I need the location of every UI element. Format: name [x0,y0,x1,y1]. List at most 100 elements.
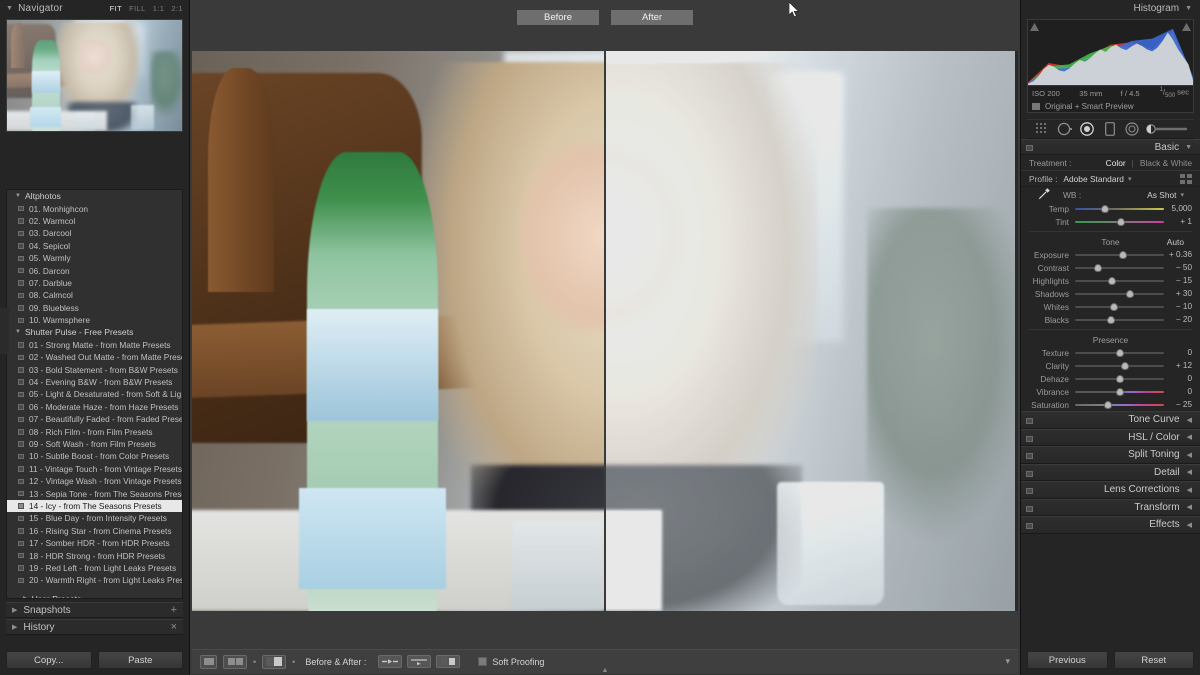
profile-value[interactable]: Adobe Standard [1063,174,1124,184]
slider-value[interactable]: − 20 [1164,315,1192,324]
slider-value[interactable]: 5,000 [1164,204,1193,213]
after-image[interactable] [605,51,1018,611]
chevron-down-icon[interactable]: ▾ [1128,175,1132,183]
slider-knob[interactable] [1115,374,1124,383]
slider-value[interactable]: + 0.36 [1164,250,1192,259]
panel-switch[interactable] [1026,453,1033,459]
slider-value[interactable]: 0 [1164,374,1192,383]
chevron-left-icon[interactable]: ◀ [1187,451,1192,459]
ba-split-button[interactable] [436,655,461,668]
ba-top-bottom-button[interactable] [407,655,432,668]
slider-track-saturation[interactable] [1075,398,1164,411]
slider-row-temp[interactable]: Temp 5,000 [1029,202,1192,215]
panel-header-tone-curve[interactable]: Tone Curve ◀ [1021,411,1200,429]
bottom-panel-toggle[interactable]: ▲ [596,667,614,674]
preset-item[interactable]: 09 - Soft Wash - from Film Presets [7,438,182,450]
preset-item[interactable]: 01 - Strong Matte - from Matte Presets [7,339,182,351]
navigator-header[interactable]: ▼ Navigator FIT FILL 1:1 2:1 [0,0,189,17]
soft-proofing-group[interactable]: Soft Proofing [478,657,544,667]
chevron-down-icon[interactable]: ▼ [15,193,21,199]
basic-panel-header[interactable]: Basic ▼ [1021,139,1200,155]
profile-row[interactable]: Profile : Adobe Standard ▾ [1021,170,1200,187]
preset-item[interactable]: 06. Darcon [7,264,182,276]
slider-track-exposure[interactable] [1075,248,1164,261]
slider-knob[interactable] [1117,217,1126,226]
preset-item[interactable]: 02. Warmcol [7,215,182,227]
preset-item[interactable]: 09. Bluebless [7,302,182,314]
before-image[interactable] [192,51,605,611]
panel-switch[interactable] [1026,488,1033,494]
copy-button[interactable]: Copy... [6,651,92,669]
slider-track-clarity[interactable] [1075,359,1164,372]
radial-filter-icon[interactable] [1123,121,1141,137]
chevron-left-icon[interactable]: ◀ [1187,486,1192,494]
preset-item[interactable]: 11 - Vintage Touch - from Vintage Preset… [7,463,182,475]
preset-item[interactable]: 01. Monhighcon [7,202,182,214]
soft-proofing-checkbox[interactable] [478,657,488,666]
preset-item[interactable]: 07 - Beautifully Faded - from Faded Pres… [7,413,182,425]
slider-value[interactable]: + 12 [1164,361,1192,370]
slider-row-vibrance[interactable]: Vibrance 0 [1029,385,1192,398]
panel-switch[interactable] [1026,505,1033,512]
slider-value[interactable]: − 10 [1164,302,1192,311]
panel-switch[interactable] [1026,435,1033,442]
panel-header-effects[interactable]: Effects ◀ [1021,516,1200,534]
navigator-collapse-icon[interactable]: ▼ [6,5,13,12]
preset-item[interactable]: 08 - Rich Film - from Film Presets [7,425,182,437]
slider-row-highlights[interactable]: Highlights − 15 [1029,274,1192,287]
preset-item[interactable]: 20 - Warmth Right - from Light Leaks Pre… [7,574,182,586]
slider-knob[interactable] [1115,348,1124,357]
preset-item[interactable]: 03 - Bold Statement - from B&W Presets [7,363,182,375]
panel-switch[interactable] [1026,418,1033,424]
treatment-color-option[interactable]: Color [1106,158,1126,168]
panel-switch[interactable] [1026,470,1033,477]
slider-track-whites[interactable] [1075,300,1164,313]
slider-value[interactable]: 0 [1164,387,1192,396]
panel-header-lens-corrections[interactable]: Lens Corrections ◀ [1021,481,1200,499]
auto-tone-button[interactable]: Auto [1167,237,1184,247]
preset-item[interactable]: 10. Warmsphere [7,314,182,326]
preset-item[interactable]: 06 - Moderate Haze - from Haze Presets [7,401,182,413]
slider-track-contrast[interactable] [1075,261,1164,274]
preset-item[interactable]: 18 - HDR Strong - from HDR Presets [7,549,182,561]
before-after-view-button[interactable] [262,654,287,669]
nav-mode-fill[interactable]: FILL [129,4,146,13]
compare-view-button[interactable] [223,654,247,669]
chevron-left-icon[interactable]: ◀ [1187,433,1192,441]
slider-row-contrast[interactable]: Contrast − 50 [1029,261,1192,274]
spot-removal-icon[interactable] [1056,121,1074,137]
preset-item[interactable]: 13 - Sepia Tone - from The Seasons Prese… [7,487,182,499]
nav-mode-1-1[interactable]: 1:1 [153,4,165,13]
paste-button[interactable]: Paste [97,651,183,669]
slider-track-blacks[interactable] [1075,313,1164,326]
slider-row-saturation[interactable]: Saturation − 25 [1029,398,1192,411]
nav-mode-fit[interactable]: FIT [110,4,122,13]
preset-group-header[interactable]: ▶User Presets [7,593,182,598]
nav-mode-2-1[interactable]: 2:1 [171,4,183,13]
add-snapshot-button[interactable]: + [171,604,177,616]
preset-item[interactable]: 02 - Washed Out Matte - from Matte Prese… [7,351,182,363]
left-panel-toggle[interactable] [0,308,9,354]
slider-row-dehaze[interactable]: Dehaze 0 [1029,372,1192,385]
slider-knob[interactable] [1103,400,1112,409]
red-eye-correction-icon[interactable] [1078,121,1096,137]
panel-switch[interactable] [1026,523,1033,529]
slider-knob[interactable] [1119,250,1128,259]
previous-button[interactable]: Previous [1027,651,1108,669]
slider-value[interactable]: 0 [1164,348,1192,357]
treatment-bw-option[interactable]: Black & White [1140,158,1192,168]
profile-browser-icon[interactable] [1180,173,1192,184]
slider-knob[interactable] [1101,204,1110,213]
before-after-divider[interactable] [604,51,606,611]
before-after-viewer[interactable] [192,51,1018,611]
slider-row-clarity[interactable]: Clarity + 12 [1029,359,1192,372]
chevron-left-icon[interactable]: ◀ [1187,416,1192,424]
preset-item[interactable]: 04. Sepicol [7,240,182,252]
preset-item[interactable]: 05 - Light & Desaturated - from Soft & L… [7,388,182,400]
wb-value[interactable]: As Shot [1147,190,1176,200]
histogram-chart[interactable] [1027,19,1194,86]
panel-header-detail[interactable]: Detail ◀ [1021,463,1200,481]
adjustment-brush-icon[interactable] [1146,121,1188,137]
crop-overlay-icon[interactable] [1033,121,1051,137]
preset-item[interactable]: 07. Darblue [7,277,182,289]
